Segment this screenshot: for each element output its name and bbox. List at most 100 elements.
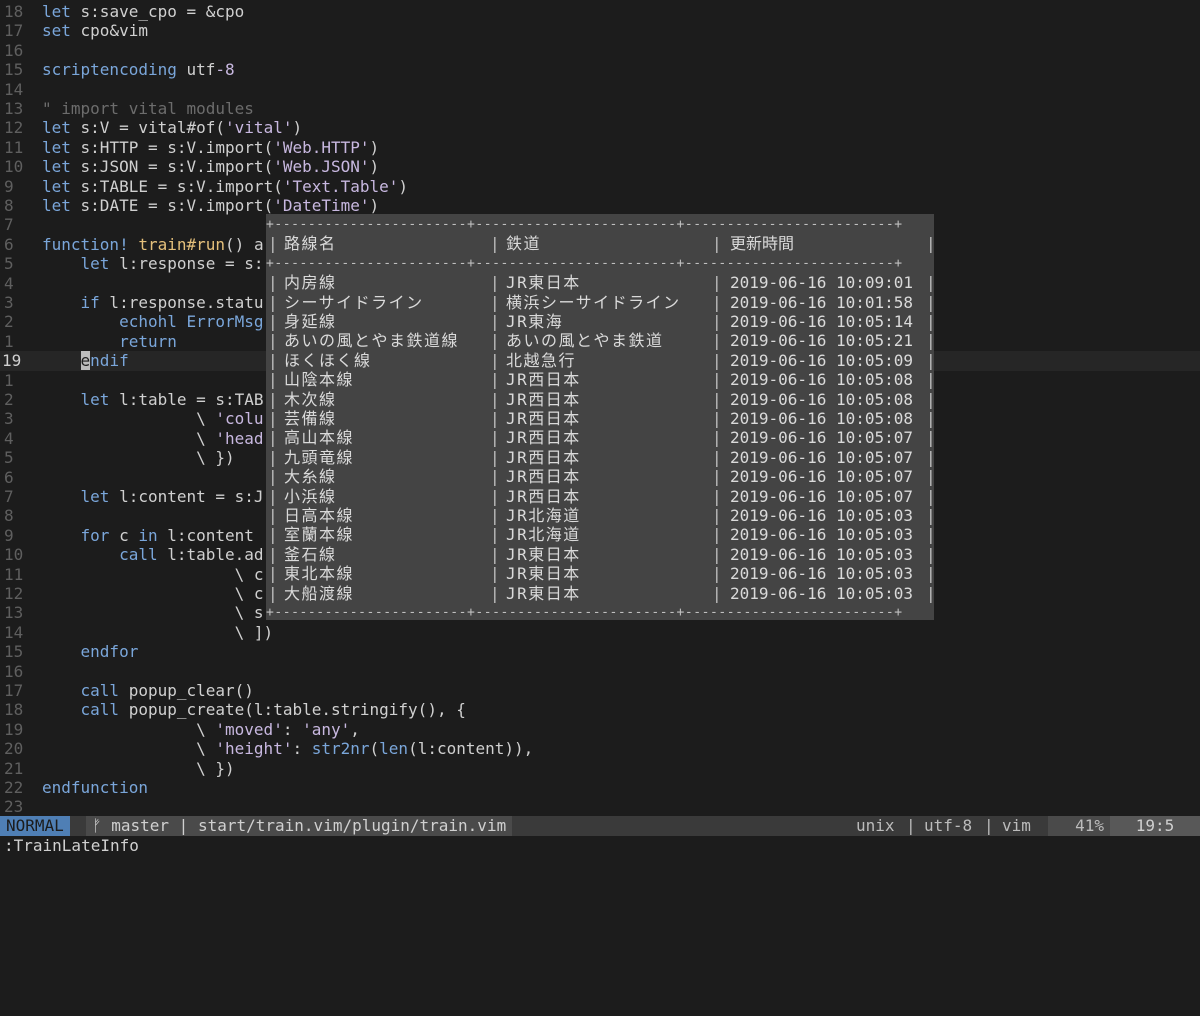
line-code: \ }) bbox=[42, 448, 235, 468]
line-number: 13 bbox=[4, 99, 24, 118]
code-line[interactable]: 16 bbox=[0, 662, 1200, 681]
branch-segment: ᚠ master | start/train.vim/plugin/train.… bbox=[86, 816, 513, 836]
line-number: 15 bbox=[4, 60, 24, 80]
table-cell: 2019-06-16 10:05:21 bbox=[730, 331, 914, 351]
code-line[interactable]: 9 let s:TABLE = s:V.import('Text.Table') bbox=[0, 177, 1200, 196]
table-cell: JR西日本 bbox=[506, 370, 581, 390]
table-row: | | | | 内房線 JR東日本 2019-06-16 10:09:01 bbox=[268, 273, 934, 293]
line-number: 12 bbox=[4, 118, 24, 138]
line-code: let l:response = s: bbox=[80, 254, 264, 274]
table-separator: +-----------------------+---------------… bbox=[266, 255, 903, 271]
line-number: 14 bbox=[4, 79, 24, 99]
table-cell: 横浜シーサイドライン bbox=[506, 292, 681, 312]
line-number: 18 bbox=[4, 2, 24, 21]
code-line[interactable]: 22 endfunction bbox=[0, 778, 1200, 797]
table-row: | | | | 室蘭本線 JR北海道 2019-06-16 10:05:03 bbox=[268, 525, 934, 545]
line-number: 4 bbox=[4, 428, 14, 448]
table-row: | | | | 山陰本線 JR西日本 2019-06-16 10:05:08 bbox=[268, 370, 934, 390]
cursor-position: 19:5 bbox=[1110, 816, 1200, 836]
line-number: 16 bbox=[4, 661, 24, 681]
line-code: \ c bbox=[42, 584, 264, 603]
line-code: function! train#run() a bbox=[42, 234, 264, 254]
line-number: 7 bbox=[4, 215, 14, 235]
table-cell: 2019-06-16 10:05:03 bbox=[730, 506, 914, 525]
code-line[interactable]: 18 let s:save_cpo = &cpo bbox=[0, 2, 1200, 21]
table-cell: 2019-06-16 10:05:09 bbox=[730, 350, 914, 370]
table-cell: あいの風とやま鉄道線 bbox=[284, 331, 460, 351]
table-cell: 2019-06-16 10:05:07 bbox=[730, 447, 914, 467]
table-cell: ほくほく線 bbox=[284, 350, 372, 370]
line-number: 23 bbox=[4, 797, 24, 816]
code-line[interactable]: 15 scriptencoding utf-8 bbox=[0, 60, 1200, 79]
table-header: | | | | 路線名 鉄道 更新時間 bbox=[268, 234, 934, 254]
statusline: NORMAL ᚠ master | start/train.vim/plugin… bbox=[0, 816, 1200, 836]
command-text: :TrainLateInfo bbox=[4, 836, 139, 855]
table-cell: JR西日本 bbox=[506, 389, 581, 409]
code-line[interactable]: 18 call popup_create(l:table.stringify()… bbox=[0, 700, 1200, 719]
line-number: 19 bbox=[4, 719, 24, 739]
code-line[interactable]: 16 bbox=[0, 41, 1200, 60]
branch-name: master bbox=[111, 816, 170, 835]
command-line[interactable]: :TrainLateInfo bbox=[0, 836, 1200, 856]
line-number: 6 bbox=[4, 467, 14, 487]
line-number: 22 bbox=[4, 778, 24, 797]
table-cell: 大船渡線 bbox=[284, 583, 355, 603]
table-cell: JR北海道 bbox=[506, 525, 581, 545]
table-cell: JR北海道 bbox=[506, 506, 581, 525]
line-code: \ 'height': str2nr(len(l:content)), bbox=[42, 739, 534, 759]
table-cell: JR東日本 bbox=[506, 583, 581, 603]
table-cell: 釜石線 bbox=[284, 544, 337, 564]
table-row: | | | | 大船渡線 JR東日本 2019-06-16 10:05:03 bbox=[268, 583, 934, 603]
table-separator: +-----------------------+---------------… bbox=[266, 217, 903, 232]
line-number: 2 bbox=[4, 390, 14, 409]
line-code: echohl ErrorMsg bbox=[119, 312, 264, 332]
line-code: call popup_create(l:table.stringify(), { bbox=[80, 700, 466, 720]
code-line[interactable]: 14 \ ]) bbox=[0, 623, 1200, 642]
line-code: call popup_clear() bbox=[80, 681, 254, 700]
line-code: let s:TABLE = s:V.import('Text.Table') bbox=[42, 176, 409, 196]
table-cell: 北越急行 bbox=[506, 350, 577, 370]
table-cell: 山陰本線 bbox=[284, 370, 355, 390]
line-number: 8 bbox=[4, 506, 14, 526]
line-number: 10 bbox=[4, 157, 24, 177]
code-line[interactable]: 20 \ 'height': str2nr(len(l:content)), bbox=[0, 739, 1200, 758]
line-code: " import vital modules bbox=[42, 99, 254, 118]
code-line[interactable]: 23 bbox=[0, 797, 1200, 816]
code-line[interactable]: 10 let s:JSON = s:V.import('Web.JSON') bbox=[0, 157, 1200, 176]
table-separator: +-----------------------+---------------… bbox=[266, 605, 903, 620]
code-line[interactable]: 15 endfor bbox=[0, 642, 1200, 661]
code-line[interactable]: 12 let s:V = vital#of('vital') bbox=[0, 118, 1200, 137]
filetype: vim bbox=[1002, 816, 1031, 835]
line-number: 11 bbox=[4, 137, 24, 157]
line-code: \ 'head bbox=[42, 428, 264, 448]
line-code: \ ]) bbox=[42, 622, 274, 642]
table-cell: 2019-06-16 10:09:01 bbox=[730, 273, 914, 293]
line-number: 16 bbox=[4, 40, 24, 60]
line-code: let s:JSON = s:V.import('Web.JSON') bbox=[42, 157, 380, 177]
line-code: let s:HTTP = s:V.import('Web.HTTP') bbox=[42, 137, 380, 157]
code-line[interactable]: 11 let s:HTTP = s:V.import('Web.HTTP') bbox=[0, 138, 1200, 157]
code-line[interactable]: 8 let s:DATE = s:V.import('DateTime') bbox=[0, 196, 1200, 215]
table-cell: 大糸線 bbox=[284, 467, 337, 487]
code-line[interactable]: 19 \ 'moved': 'any', bbox=[0, 720, 1200, 739]
table-row: | | | | 東北本線 JR東日本 2019-06-16 10:05:03 bbox=[268, 564, 934, 584]
git-branch-icon: ᚠ bbox=[92, 816, 102, 835]
line-number: 3 bbox=[4, 409, 14, 429]
line-number: 19 bbox=[2, 351, 22, 371]
code-line[interactable]: 13 " import vital modules bbox=[0, 99, 1200, 118]
code-line[interactable]: 21 \ }) bbox=[0, 759, 1200, 778]
line-code: scriptencoding utf-8 bbox=[42, 60, 235, 80]
code-line[interactable]: 17 set cpo&vim bbox=[0, 21, 1200, 40]
code-line[interactable]: 14 bbox=[0, 80, 1200, 99]
table-cell: 2019-06-16 10:05:03 bbox=[730, 564, 914, 584]
line-number: 8 bbox=[4, 196, 14, 215]
line-number: 9 bbox=[4, 525, 14, 545]
line-number: 7 bbox=[4, 487, 14, 506]
table-cell: 2019-06-16 10:05:07 bbox=[730, 486, 914, 506]
code-line[interactable]: 17 call popup_clear() bbox=[0, 681, 1200, 700]
table-cell: 九頭竜線 bbox=[284, 447, 355, 467]
line-number: 15 bbox=[4, 642, 24, 662]
table-row: | | | | 釜石線 JR東日本 2019-06-16 10:05:03 bbox=[268, 544, 934, 564]
table-cell: 小浜線 bbox=[284, 486, 337, 506]
train-info-popup: +-----------------------+---------------… bbox=[266, 214, 934, 620]
